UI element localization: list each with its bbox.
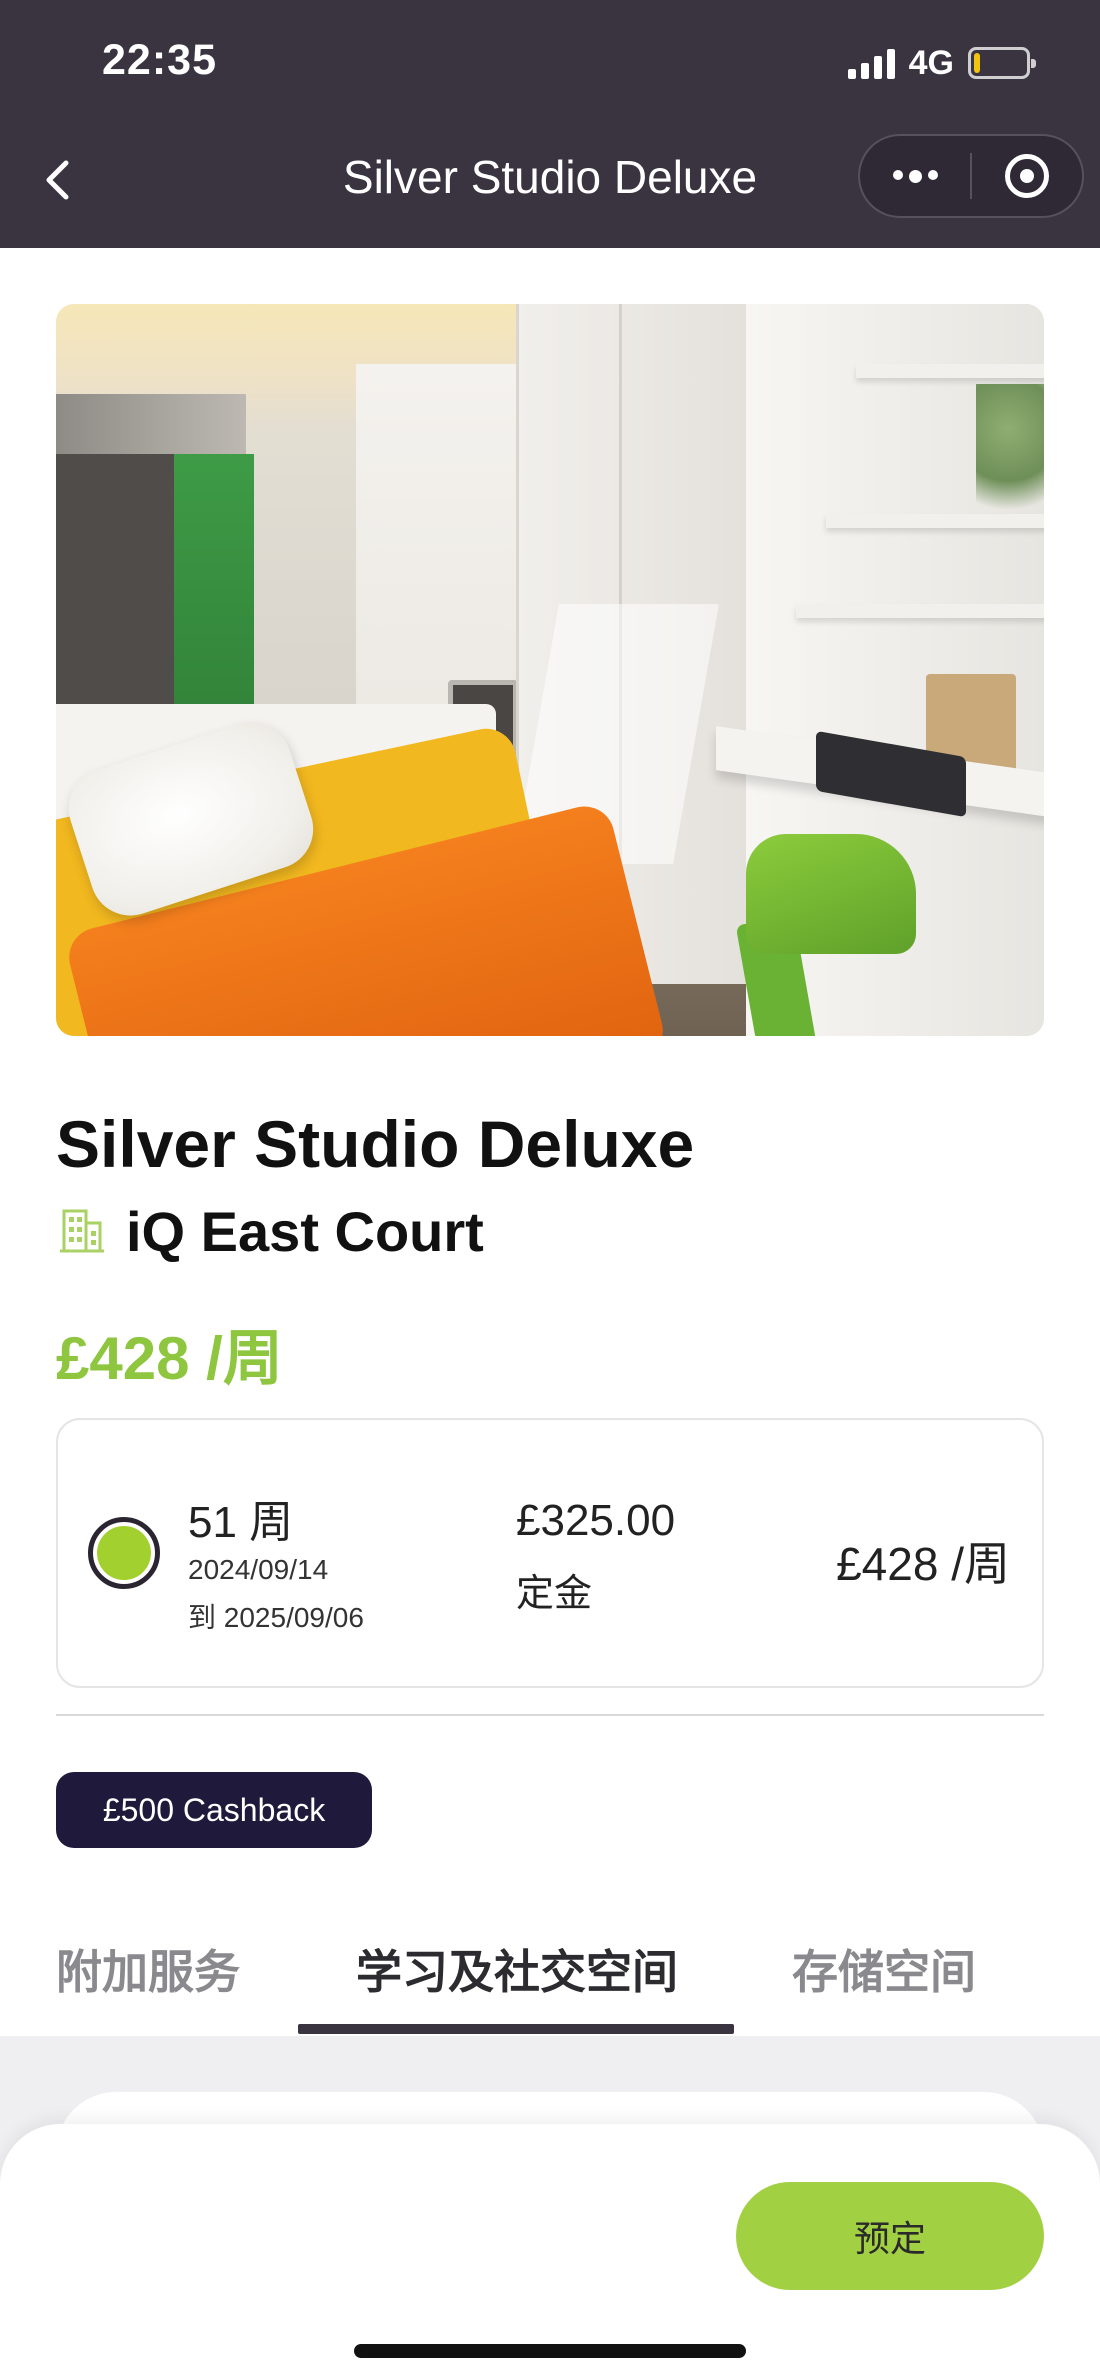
weekly-price: £428 /周 bbox=[56, 1325, 283, 1392]
tab-study-social-spaces[interactable]: 学习及社交空间 bbox=[356, 1936, 678, 2002]
battery-icon bbox=[968, 47, 1036, 79]
tenancy-price: £428 /周 bbox=[836, 1538, 1010, 1590]
building-icon bbox=[56, 1205, 108, 1257]
active-tab-indicator bbox=[298, 2024, 734, 2034]
status-indicators: 4G bbox=[847, 40, 1036, 86]
tenancy-weeks: 51 周 bbox=[188, 1498, 294, 1547]
building-row: iQ East Court bbox=[56, 1196, 484, 1266]
tab-storage-space[interactable]: 存储空间 bbox=[792, 1936, 976, 2002]
deposit-label: 定金 bbox=[516, 1573, 593, 1615]
signal-icon bbox=[847, 47, 895, 79]
close-miniprogram-button[interactable] bbox=[972, 136, 1082, 216]
tenancy-start-date: 2024/09/14 bbox=[188, 1554, 329, 1585]
building-name[interactable]: iQ East Court bbox=[126, 1199, 484, 1264]
deposit-amount: £325.00 bbox=[516, 1496, 676, 1545]
status-time: 22:35 bbox=[102, 36, 217, 84]
tenancy-option-card[interactable]: 51 周 2024/09/14 到 2025/09/06 £325.00 定金 … bbox=[56, 1418, 1044, 1688]
more-dots-icon bbox=[892, 169, 938, 183]
mini-program-capsule bbox=[858, 134, 1084, 218]
room-photo[interactable] bbox=[56, 304, 1044, 1036]
section-divider bbox=[56, 1714, 1044, 1716]
book-button[interactable]: 预定 bbox=[736, 2182, 1044, 2290]
more-button[interactable] bbox=[860, 136, 970, 216]
battery-level bbox=[974, 53, 980, 73]
tenancy-end-date: 到 2025/09/06 bbox=[188, 1602, 364, 1633]
room-title: Silver Studio Deluxe bbox=[56, 1107, 695, 1181]
network-type: 4G bbox=[908, 43, 954, 82]
selected-radio[interactable] bbox=[88, 1517, 160, 1589]
cashback-badge[interactable]: £500 Cashback bbox=[56, 1772, 372, 1848]
target-circle-icon bbox=[1005, 154, 1049, 198]
home-indicator[interactable] bbox=[354, 2344, 746, 2358]
feature-tabs: 附加服务 学习及社交空间 存储空间 bbox=[0, 1930, 1100, 2036]
tab-extra-services[interactable]: 附加服务 bbox=[56, 1936, 240, 2002]
top-header: 22:35 4G Silver Studio Deluxe bbox=[0, 0, 1100, 248]
